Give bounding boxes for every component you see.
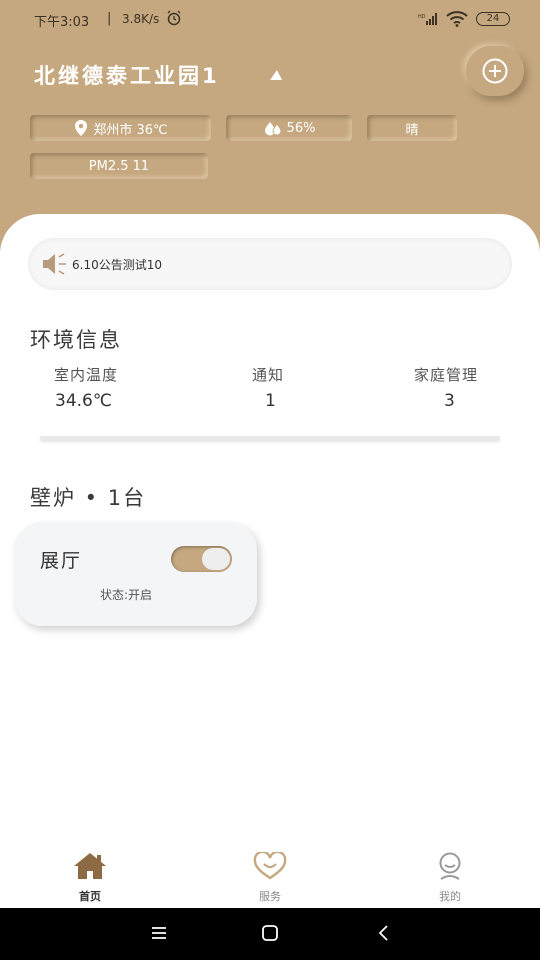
city-temp-text: 郑州市 36℃: [93, 122, 168, 138]
humidity-text: 56%: [286, 120, 316, 136]
nav-item-mine[interactable]: 我的: [410, 852, 490, 904]
notice-bar[interactable]: 6.10公告测试10: [28, 238, 512, 290]
menu-icon[interactable]: [150, 924, 168, 942]
pm25-text: PM2.5 11: [88, 158, 150, 174]
status-separator: |: [107, 11, 112, 26]
back-icon[interactable]: [375, 924, 393, 942]
device-status: 状态:开启: [100, 588, 153, 602]
environment-title: 环境信息: [30, 328, 122, 352]
system-nav-bar: [0, 908, 540, 960]
divider: [40, 436, 500, 440]
bottom-nav: 首页 服务 我的: [0, 840, 540, 908]
env-label-notice: 通知: [252, 366, 285, 384]
env-label-indoor-temp: 室内温度: [54, 366, 119, 384]
wifi-icon: [446, 11, 468, 27]
notice-text: 6.10公告测试10: [72, 258, 162, 272]
env-value-indoor-temp[interactable]: 34.6℃: [55, 391, 112, 411]
profile-icon: [439, 852, 461, 880]
device-name: 展厅: [40, 550, 83, 572]
humidity-chip: 56%: [226, 115, 352, 141]
heart-smile-icon: [253, 852, 287, 880]
location-title[interactable]: 北继德泰工业园1: [34, 60, 220, 90]
svg-text:HD: HD: [418, 14, 426, 20]
status-time: 下午3:03: [34, 15, 90, 30]
status-bar: 下午3:03 | 3.8K/s HD 24: [0, 0, 540, 38]
pm25-chip: PM2.5 11: [30, 153, 208, 179]
location-dropdown-icon[interactable]: [270, 70, 282, 80]
env-value-family[interactable]: 3: [444, 391, 455, 411]
home-icon: [74, 853, 106, 879]
speaker-icon: [43, 253, 66, 275]
fireplace-title: 壁炉 • 1台: [30, 486, 147, 510]
home-button-icon[interactable]: [261, 924, 279, 942]
humidity-drops-icon: [264, 122, 282, 136]
weather-text: 晴: [405, 122, 419, 138]
city-temp-chip: 郑州市 36℃: [30, 115, 211, 141]
env-label-family: 家庭管理: [414, 366, 479, 384]
signal-icon: HD: [418, 13, 437, 25]
nav-label-mine: 我的: [439, 890, 461, 903]
weather-chip: 晴: [367, 115, 457, 141]
alarm-icon: [167, 10, 181, 26]
nav-label-home: 首页: [79, 890, 101, 903]
battery-indicator: 24: [476, 12, 510, 26]
nav-item-home[interactable]: 首页: [50, 852, 130, 904]
device-card[interactable]: 展厅 状态:开启: [14, 522, 257, 626]
toggle-knob: [202, 548, 230, 570]
nav-item-service[interactable]: 服务: [230, 852, 310, 904]
add-button[interactable]: [466, 46, 524, 96]
add-icon: [482, 58, 508, 84]
env-value-notice[interactable]: 1: [265, 391, 276, 411]
status-net-speed: 3.8K/s: [122, 12, 160, 26]
nav-label-service: 服务: [259, 890, 281, 903]
location-pin-icon: [75, 120, 88, 136]
device-power-toggle[interactable]: [171, 546, 232, 572]
